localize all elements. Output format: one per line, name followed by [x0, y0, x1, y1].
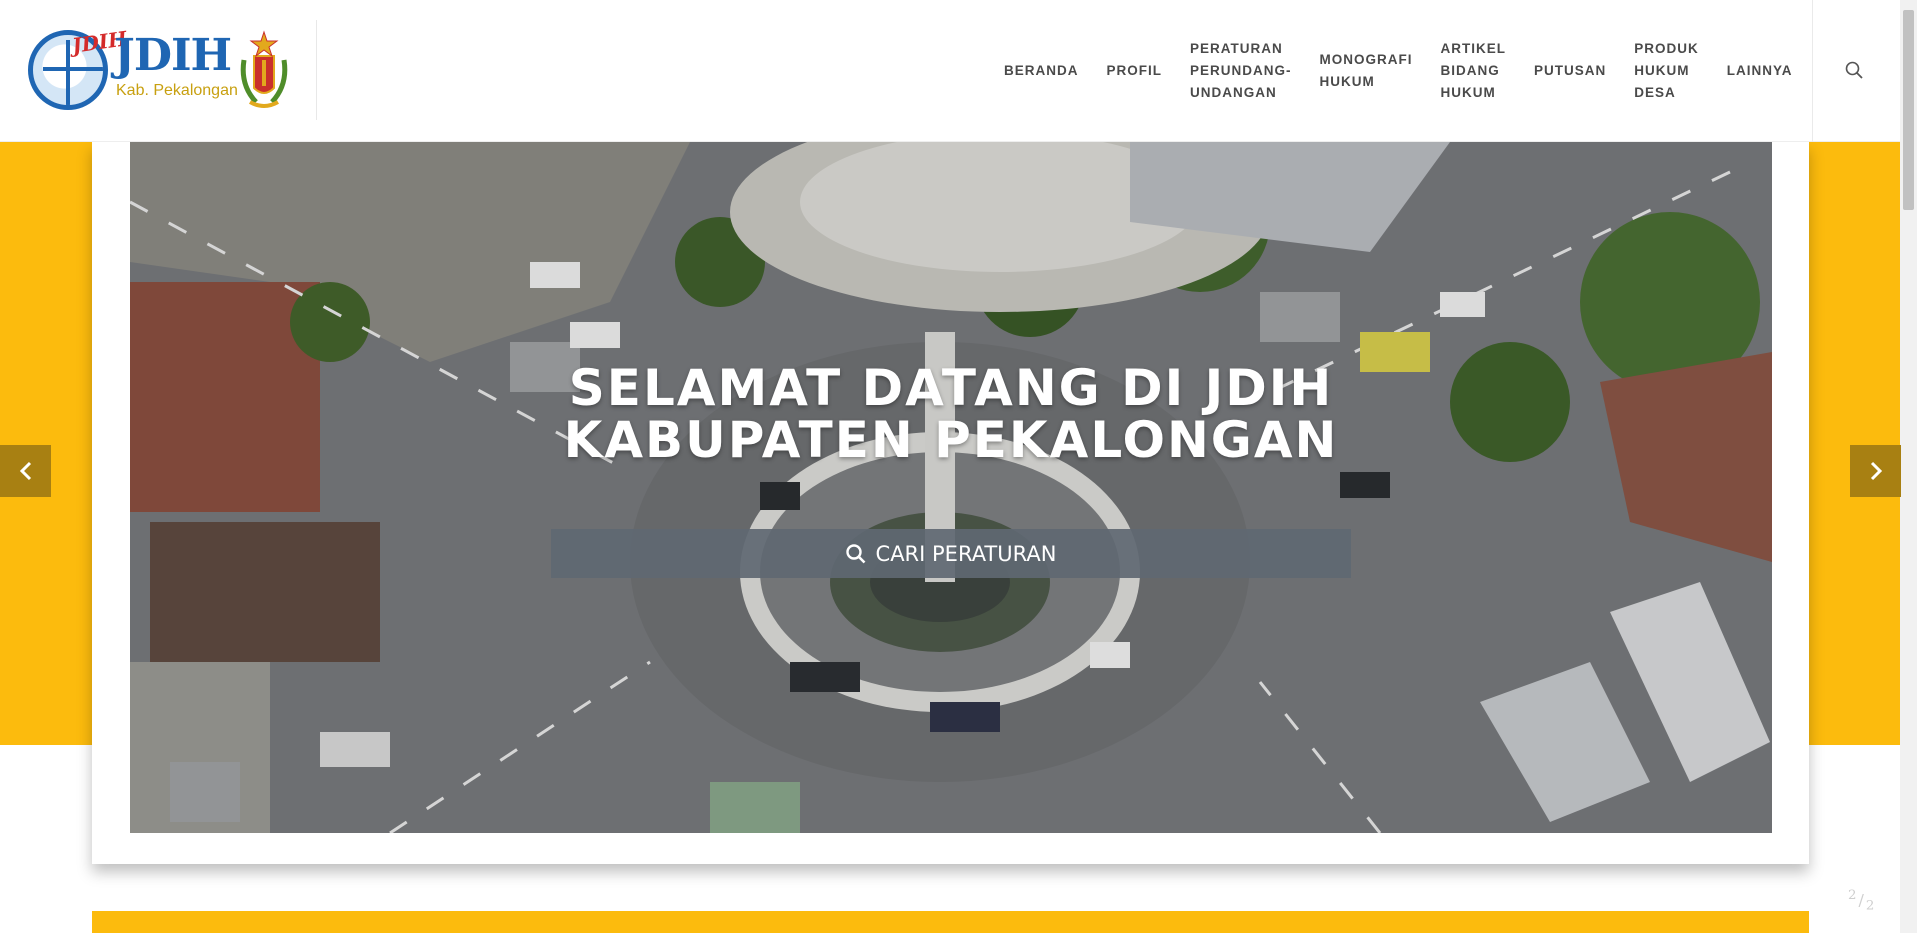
nav-lainnya[interactable]: LAINNYA — [1727, 60, 1793, 82]
chevron-right-icon — [1870, 461, 1882, 481]
site-logo[interactable]: JDIH JDIH Kab. Pekalongan — [0, 20, 317, 120]
logo-subtitle: Kab. Pekalongan — [116, 82, 238, 99]
search-icon[interactable] — [1845, 61, 1863, 79]
section-band — [92, 911, 1809, 933]
scrollbar-thumb[interactable] — [1903, 10, 1914, 210]
hero-title-line-2: KABUPATEN PEKALONGAN — [563, 411, 1339, 469]
search-regulation-button[interactable]: CARI PERATURAN — [551, 529, 1351, 578]
hero-title-line-1: SELAMAT DATANG DI JDIH — [568, 359, 1334, 417]
chevron-left-icon — [19, 461, 31, 481]
nav-putusan[interactable]: PUTUSAN — [1534, 60, 1606, 82]
nav-profil[interactable]: PROFIL — [1107, 60, 1163, 82]
nav-produk-hukum-desa[interactable]: PRODUK HUKUM DESA — [1634, 38, 1699, 104]
main-nav: BERANDA PROFIL PERATURAN PERUNDANG- UNDANG… — [990, 36, 1807, 106]
hero-slide: SELAMAT DATANG DI JDIH KABUPATEN PEKALON… — [130, 142, 1772, 833]
hero-title: SELAMAT DATANG DI JDIH KABUPATEN PEKALON… — [130, 362, 1772, 466]
nav-artikel[interactable]: ARTIKEL BIDANG HUKUM — [1441, 38, 1507, 104]
header-divider — [1812, 0, 1813, 142]
regency-emblem-icon — [240, 30, 288, 108]
nav-peraturan[interactable]: PERATURAN PERUNDANG- UNDANGAN — [1190, 38, 1292, 104]
search-regulation-label: CARI PERATURAN — [875, 541, 1057, 566]
site-header: JDIH JDIH Kab. Pekalongan BERANDA PROFIL… — [0, 0, 1900, 142]
slide-current: 2 — [1848, 888, 1859, 903]
slide-counter: 2/2 — [1848, 888, 1877, 914]
slider-prev-button[interactable] — [0, 445, 51, 497]
slider-next-button[interactable] — [1850, 445, 1901, 497]
nav-monografi[interactable]: MONOGRAFI HUKUM — [1320, 49, 1413, 93]
slide-total: 2 — [1865, 898, 1877, 914]
search-icon — [845, 543, 865, 563]
aerial-roundabout-image — [130, 142, 1772, 833]
logo-mark: JDIH — [114, 30, 232, 81]
nav-beranda[interactable]: BERANDA — [1004, 60, 1079, 82]
